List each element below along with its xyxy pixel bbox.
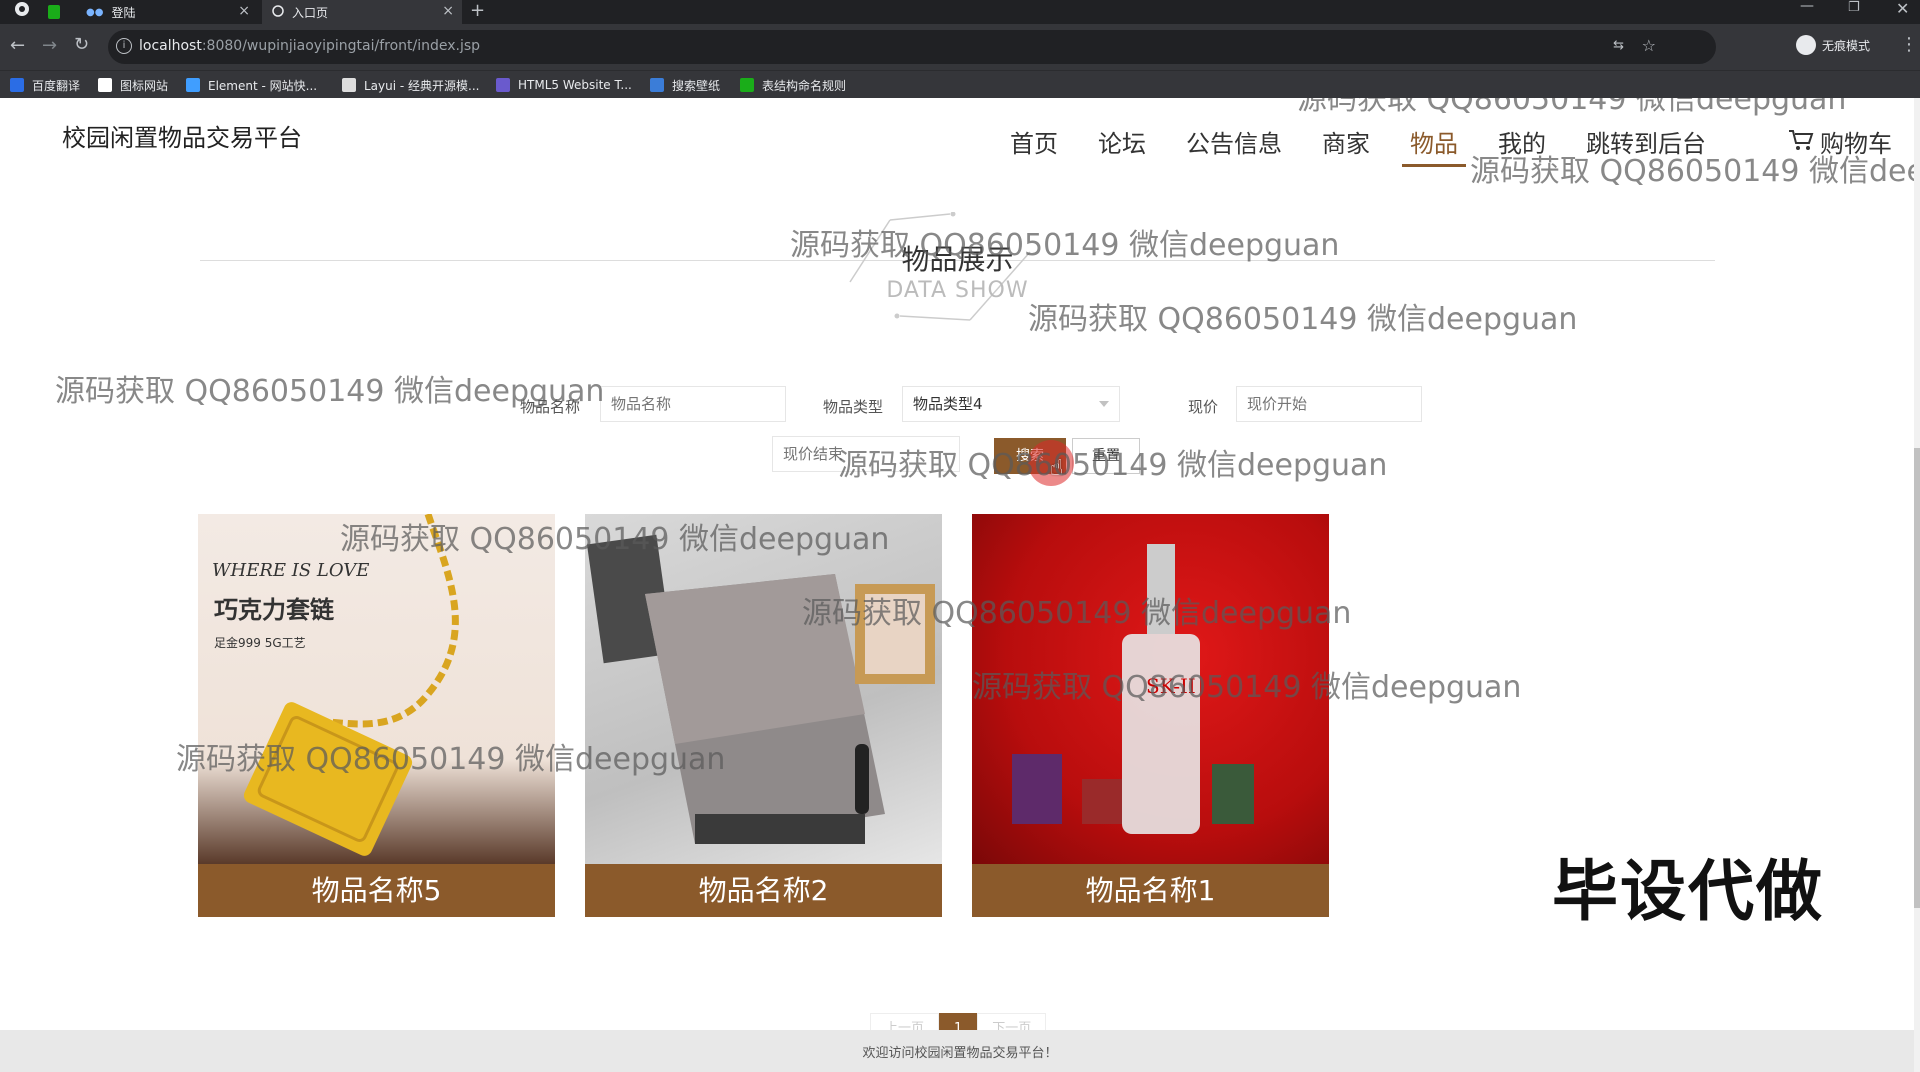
section-title: 物品展示 DATA SHOW (200, 208, 1715, 328)
bookmark-item[interactable]: Layui - 经典开源模... (342, 75, 479, 95)
type-select[interactable]: 物品类型4 (902, 386, 1120, 422)
bookmark-item[interactable]: 表结构命名规则 (740, 75, 846, 95)
cart-icon (1788, 128, 1814, 156)
page-content: 校园闲置物品交易平台 首页 论坛 公告信息 商家 物品 我的 跳转到后台 购物车 物品展示 … (0, 98, 1920, 1072)
bookmark-label: Element - 网站快... (208, 78, 318, 93)
price-label: 现价 (1188, 398, 1219, 416)
page-scrollbar[interactable] (1914, 98, 1920, 1072)
cart-link[interactable]: 购物车 (1788, 124, 1892, 159)
bookmark-icon (740, 78, 754, 92)
bookmark-icon (650, 78, 664, 92)
incognito-label: 无痕模式 (1822, 38, 1871, 53)
minimize-icon[interactable]: — (1800, 0, 1814, 14)
product-card[interactable]: 物品名称2 (585, 514, 942, 917)
address-bar[interactable]: i localhost:8080/wupinjiaoyipingtai/fron… (108, 30, 1716, 64)
nav-item[interactable]: 公告信息 (1186, 124, 1282, 163)
nav-item[interactable]: 首页 (1010, 124, 1058, 163)
globe-icon (272, 4, 284, 20)
reload-icon[interactable]: ↻ (74, 34, 89, 55)
image-text: WHERE IS LOVE (212, 560, 370, 581)
section-title-sub: DATA SHOW (886, 278, 1029, 303)
footer-text: 欢迎访问校园闲置物品交易平台！ (862, 1046, 1058, 1061)
more-menu-icon[interactable]: ⋮ (1900, 34, 1918, 55)
product-name[interactable]: 物品名称1 (972, 864, 1329, 917)
bookmark-icon (496, 78, 510, 92)
bookmark-item[interactable]: Element - 网站快... (186, 75, 317, 95)
restore-icon[interactable]: ❐ (1848, 0, 1860, 15)
bookmark-label: 图标网站 (120, 78, 169, 93)
product-image-laptop (585, 514, 942, 864)
name-input[interactable] (600, 386, 786, 422)
bookmark-label: 表结构命名规则 (762, 78, 847, 93)
tab-login[interactable]: ●● 登陆 × (78, 0, 258, 24)
section-title-main: 物品展示 (901, 243, 1014, 276)
type-selected: 物品类型4 (913, 395, 983, 413)
footer: 欢迎访问校园闲置物品交易平台！ (0, 1030, 1920, 1072)
product-image-skincare: SK-II (972, 514, 1329, 864)
browser-tabbar: ●● 登陆 × 入口页 × + — ❐ ✕ (0, 0, 1920, 24)
translate-icon[interactable]: ⇆ (1613, 38, 1624, 53)
url-host: localhost (139, 38, 202, 54)
name-label: 物品名称 (520, 398, 581, 416)
info-icon: i (116, 38, 132, 54)
product-name[interactable]: 物品名称5 (198, 864, 555, 917)
dots-icon: ●● (86, 6, 104, 18)
bookmark-item[interactable]: 百度翻译 (10, 75, 80, 95)
star-icon[interactable]: ☆ (1642, 36, 1656, 55)
forward-icon[interactable]: → (42, 35, 57, 56)
type-label: 物品类型 (823, 398, 884, 416)
tab-sheet[interactable] (40, 0, 68, 24)
incognito-indicator[interactable]: 无痕模式 (1796, 35, 1870, 55)
bookmark-icon (98, 78, 112, 92)
close-tab-icon[interactable]: × (238, 3, 250, 19)
bookmark-item[interactable]: 搜索壁纸 (650, 75, 720, 95)
bookmark-label: 搜索壁纸 (672, 78, 721, 93)
image-text: 巧克力套链 (214, 596, 334, 624)
product-name[interactable]: 物品名称2 (585, 864, 942, 917)
nav-item[interactable]: 跳转到后台 (1586, 124, 1706, 163)
main-nav: 首页 论坛 公告信息 商家 物品 我的 跳转到后台 (1010, 124, 1746, 167)
tab-label: 登陆 (111, 5, 136, 20)
price-start-input[interactable] (1236, 386, 1422, 422)
sheet-icon (48, 5, 60, 19)
chevron-down-icon (1099, 401, 1109, 407)
bookmark-icon (186, 78, 200, 92)
site-logo[interactable]: 校园闲置物品交易平台 (62, 118, 302, 153)
close-window-icon[interactable]: ✕ (1896, 0, 1909, 18)
bookmark-label: Layui - 经典开源模... (364, 78, 480, 93)
bookmark-item[interactable]: HTML5 Website T... (496, 75, 632, 95)
product-card[interactable]: SK-II 物品名称1 (972, 514, 1329, 917)
product-image-necklace: WHERE IS LOVE 巧克力套链 足金999 5G工艺 (198, 514, 555, 864)
scrollbar-thumb[interactable] (1914, 448, 1920, 908)
tab-label: 入口页 (292, 5, 329, 20)
bookmark-item[interactable]: 图标网站 (98, 75, 168, 95)
cart-label: 购物车 (1820, 130, 1892, 158)
url-path: :8080/wupinjiaoyipingtai/front/index.jsp (201, 38, 481, 54)
tab-entry[interactable]: 入口页 × (262, 0, 462, 24)
product-card[interactable]: WHERE IS LOVE 巧克力套链 足金999 5G工艺 物品名称5 (198, 514, 555, 917)
promo-text: 毕设代做 (1552, 853, 1824, 930)
close-tab-icon[interactable]: × (442, 3, 454, 19)
bookmark-label: 百度翻译 (32, 78, 81, 93)
chrome-menu-icon[interactable] (14, 1, 30, 22)
cursor-icon: ☝ (1050, 456, 1064, 481)
watermark: 源码获取 QQ86050149 微信deepguan (1297, 98, 1847, 117)
reset-button[interactable]: 重置 (1072, 438, 1140, 474)
bookmark-label: HTML5 Website T... (518, 78, 632, 92)
bookmark-icon (342, 78, 356, 92)
browser-toolbar: ← → ↻ i localhost:8080/wupinjiaoyipingta… (0, 24, 1920, 70)
new-tab-icon[interactable]: + (470, 0, 485, 21)
bookmarks-bar: 百度翻译 图标网站 Element - 网站快... Layui - 经典开源模...… (0, 70, 1920, 99)
image-text: SK-II (1146, 674, 1196, 698)
image-text: 足金999 5G工艺 (214, 636, 306, 650)
price-end-input[interactable] (772, 436, 960, 472)
nav-item[interactable]: 商家 (1322, 124, 1370, 163)
bookmark-icon (10, 78, 24, 92)
incognito-icon (1796, 35, 1816, 55)
nav-item[interactable]: 论坛 (1098, 124, 1146, 163)
back-icon[interactable]: ← (10, 35, 25, 56)
nav-item[interactable]: 物品 (1402, 124, 1466, 167)
nav-item[interactable]: 我的 (1498, 124, 1546, 163)
